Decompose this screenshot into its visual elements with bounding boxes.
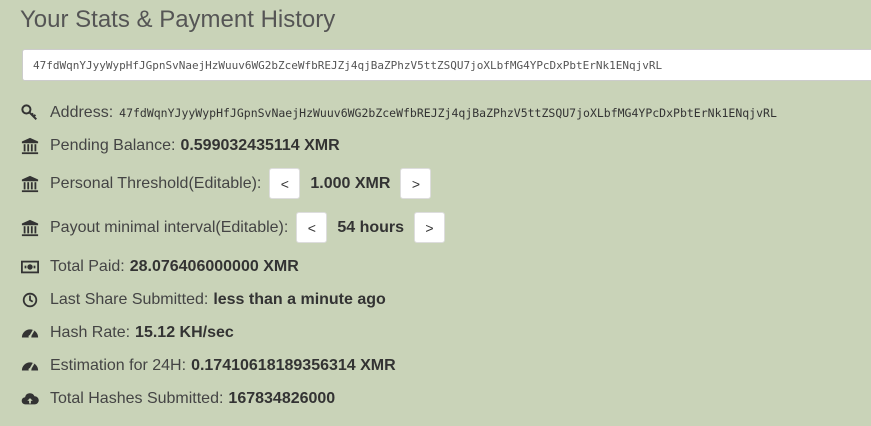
- total-paid-label: Total Paid:: [50, 258, 125, 275]
- hash-rate-label: Hash Rate:: [50, 324, 131, 341]
- threshold-value: 1.000 XMR: [310, 174, 391, 192]
- payout-interval-decrease-button[interactable]: <: [296, 212, 328, 243]
- threshold-decrease-button[interactable]: <: [269, 168, 301, 199]
- address-input[interactable]: [22, 49, 871, 81]
- dashboard-icon: [20, 356, 40, 376]
- dashboard-icon: [20, 323, 40, 343]
- address-label: Address:: [50, 104, 114, 121]
- page-title: Your Stats & Payment History: [20, 6, 336, 33]
- total-hashes-label: Total Hashes Submitted:: [50, 390, 224, 407]
- payout-interval-label: Payout minimal interval(Editable):: [50, 218, 289, 236]
- stat-personal-threshold: Personal Threshold(Editable): < 1.000 XM…: [20, 168, 437, 199]
- stat-last-share: Last Share Submitted: less than a minute…: [20, 290, 386, 310]
- stat-payout-interval: Payout minimal interval(Editable): < 54 …: [20, 212, 451, 243]
- clock-icon: [20, 290, 40, 310]
- last-share-value: less than a minute ago: [213, 291, 386, 308]
- stat-total-paid: Total Paid: 28.076406000000 XMR: [20, 257, 299, 277]
- cloud-upload-icon: [20, 389, 40, 409]
- money-icon: [20, 257, 40, 277]
- threshold-increase-button[interactable]: >: [400, 168, 432, 199]
- last-share-label: Last Share Submitted:: [50, 291, 209, 308]
- estimation-label: Estimation for 24H:: [50, 357, 187, 374]
- payout-interval-value: 54 hours: [337, 218, 405, 236]
- stat-total-hashes: Total Hashes Submitted: 167834826000: [20, 389, 335, 409]
- stat-pending-balance: Pending Balance: 0.599032435114 XMR: [20, 136, 340, 156]
- estimation-value: 0.17410618189356314 XMR: [191, 357, 396, 374]
- bank-icon: [20, 174, 40, 194]
- bank-icon: [20, 218, 40, 238]
- hash-rate-value: 15.12 KH/sec: [135, 324, 234, 341]
- total-hashes-value: 167834826000: [228, 390, 336, 407]
- bank-icon: [20, 136, 40, 156]
- threshold-label: Personal Threshold(Editable):: [50, 174, 262, 192]
- pending-balance-value: 0.599032435114 XMR: [180, 137, 340, 154]
- key-icon: [20, 103, 40, 123]
- stat-estimation: Estimation for 24H: 0.17410618189356314 …: [20, 356, 396, 376]
- payout-interval-increase-button[interactable]: >: [414, 212, 446, 243]
- address-value: 47fdWqnYJyyWypHfJGpnSvNaejHzWuuv6WG2bZce…: [119, 106, 777, 120]
- stat-address: Address: 47fdWqnYJyyWypHfJGpnSvNaejHzWuu…: [20, 103, 777, 123]
- total-paid-value: 28.076406000000 XMR: [129, 258, 299, 275]
- pending-balance-label: Pending Balance:: [50, 137, 176, 154]
- stat-hash-rate: Hash Rate: 15.12 KH/sec: [20, 323, 234, 343]
